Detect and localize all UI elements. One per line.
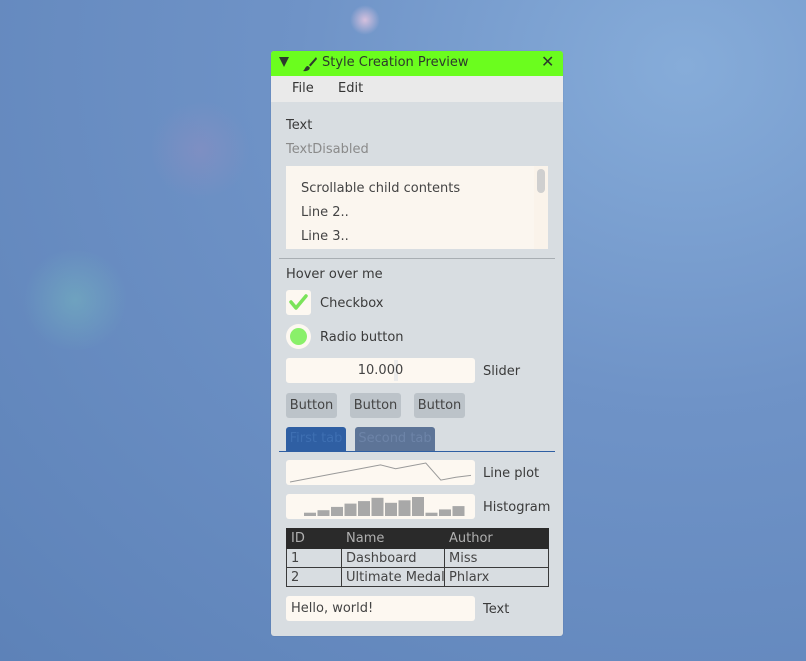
histogram[interactable] — [286, 494, 475, 519]
window-title-bar[interactable]: Style Creation Preview ✕ — [271, 51, 563, 76]
table-cell: Phlarx — [444, 567, 549, 587]
radio-button[interactable] — [286, 324, 311, 349]
button-3[interactable]: Button — [414, 393, 465, 418]
line-plot[interactable] — [286, 460, 475, 485]
tab-first[interactable]: First tab — [286, 427, 346, 451]
table-cell: 1 — [286, 548, 342, 568]
text-input-label: Text — [483, 602, 510, 617]
button-1[interactable]: Button — [286, 393, 337, 418]
child-line: Line 3.. — [301, 229, 349, 244]
table-cell: Dashboard — [341, 548, 445, 568]
histogram-bar — [412, 497, 424, 516]
scrollable-child[interactable]: Scrollable child contents Line 2.. Line … — [286, 166, 548, 249]
paintbrush-icon — [303, 57, 317, 72]
table-header-row: ID Name Author — [286, 528, 549, 549]
window-title: Style Creation Preview — [322, 55, 469, 70]
separator — [279, 258, 555, 259]
histogram-bar — [439, 509, 451, 516]
background-bokeh — [150, 100, 250, 200]
histogram-bar — [331, 506, 343, 516]
button-2[interactable]: Button — [350, 393, 401, 418]
slider[interactable]: 10.000 — [286, 358, 475, 383]
scrollbar-grab[interactable] — [537, 169, 545, 193]
histogram-bar — [452, 506, 465, 516]
table-cell: Ultimate Medals — [341, 567, 445, 587]
data-table: ID Name Author 1 Dashboard Miss 2 Ultima… — [286, 528, 549, 587]
histogram-graph — [304, 497, 465, 516]
text-input[interactable]: Hello, world! — [286, 596, 475, 621]
text-label: Text — [286, 118, 313, 133]
histogram-bar — [385, 502, 397, 516]
hover-text[interactable]: Hover over me — [286, 267, 383, 282]
line-plot-graph — [289, 462, 472, 483]
table-header-id[interactable]: ID — [286, 528, 342, 549]
histogram-bar — [358, 501, 370, 516]
close-icon[interactable]: ✕ — [541, 54, 557, 70]
menu-edit[interactable]: Edit — [338, 81, 363, 96]
table-cell: 2 — [286, 567, 342, 587]
menu-bar: File Edit — [271, 76, 563, 102]
tab-second[interactable]: Second tab — [355, 427, 435, 451]
text-input-value[interactable]: Hello, world! — [291, 601, 373, 616]
vertical-scrollbar[interactable] — [534, 166, 548, 249]
slider-label: Slider — [483, 364, 521, 379]
style-preview-window: Style Creation Preview ✕ File Edit Text … — [271, 51, 563, 636]
histogram-label: Histogram — [483, 500, 551, 515]
histogram-bar — [425, 512, 438, 516]
tab-bar-underline — [279, 451, 555, 452]
table-cell: Miss — [444, 548, 549, 568]
histogram-bar — [317, 510, 330, 516]
histogram-bar — [304, 512, 316, 516]
table-header-author[interactable]: Author — [444, 528, 549, 549]
child-line: Line 2.. — [301, 205, 349, 220]
line-plot-label: Line plot — [483, 466, 540, 481]
checkmark-icon — [289, 294, 308, 310]
slider-value: 10.000 — [357, 363, 404, 378]
background-bokeh — [350, 5, 380, 35]
checkbox[interactable] — [286, 290, 311, 315]
line-plot-series — [289, 462, 472, 483]
table-row[interactable]: 2 Ultimate Medals Phlarx — [286, 567, 549, 587]
histogram-bar — [371, 497, 384, 516]
histogram-bar — [398, 500, 411, 516]
text-disabled-label: TextDisabled — [286, 142, 369, 157]
table-header-name[interactable]: Name — [341, 528, 445, 549]
collapse-arrow-icon[interactable] — [279, 57, 289, 67]
child-line: Scrollable child contents — [301, 181, 461, 196]
checkbox-label[interactable]: Checkbox — [320, 296, 384, 311]
radio-dot — [290, 328, 307, 345]
menu-file[interactable]: File — [292, 81, 314, 96]
background-bokeh — [20, 250, 130, 350]
table-row[interactable]: 1 Dashboard Miss — [286, 548, 549, 568]
histogram-bar — [344, 503, 357, 516]
radio-label[interactable]: Radio button — [320, 330, 404, 345]
